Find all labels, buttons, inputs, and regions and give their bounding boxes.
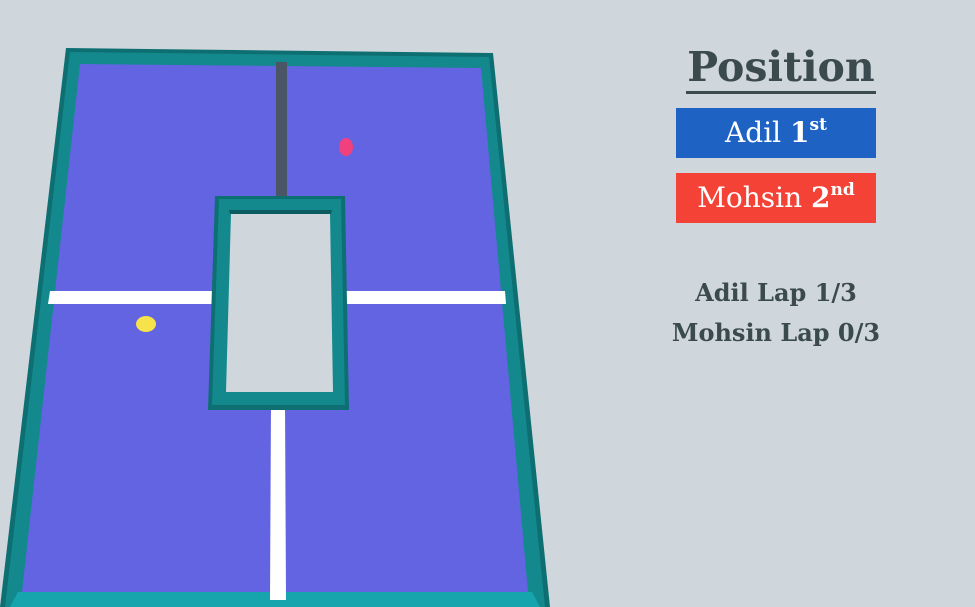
standing-second-suffix: nd xyxy=(830,180,855,200)
position-title: Position xyxy=(686,44,876,94)
standing-first-place: 1 xyxy=(790,116,810,149)
standing-second: Mohsin 2nd xyxy=(676,173,876,223)
checkpoint-line-left xyxy=(48,291,214,304)
finish-line-bottom xyxy=(270,404,286,600)
racer-mohsin xyxy=(339,138,353,156)
start-barrier xyxy=(276,62,287,202)
racer-adil xyxy=(136,316,156,332)
standing-second-name: Mohsin xyxy=(697,181,803,214)
inner-island-hole xyxy=(226,213,333,392)
checkpoint-line-right xyxy=(346,291,506,304)
standing-first-suffix: st xyxy=(809,115,827,135)
lap-counter-adil: Adil Lap 1/3 xyxy=(695,278,857,307)
lap-counter-mohsin: Mohsin Lap 0/3 xyxy=(671,318,881,347)
standing-second-place: 2 xyxy=(811,181,831,214)
standing-first: Adil 1st xyxy=(676,108,876,158)
standing-first-name: Adil xyxy=(725,116,782,149)
inner-island-top-shadow xyxy=(229,210,332,214)
